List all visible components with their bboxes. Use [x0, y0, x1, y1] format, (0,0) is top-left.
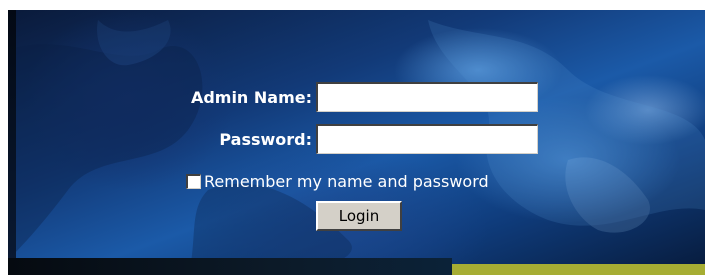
admin-name-input[interactable]	[316, 82, 538, 112]
remember-checkbox[interactable]	[186, 173, 201, 189]
footer-accent-bar	[452, 264, 705, 275]
remember-row: Remember my name and password	[186, 170, 489, 192]
banner-left-edge	[8, 10, 16, 275]
remember-label[interactable]: Remember my name and password	[204, 172, 489, 191]
password-label: Password:	[219, 130, 312, 149]
footer-dark-bar	[8, 258, 452, 275]
admin-name-label: Admin Name:	[190, 88, 312, 107]
login-page: Admin Name: Password: Remember my name a…	[0, 0, 705, 275]
password-input[interactable]	[316, 124, 538, 154]
login-button[interactable]: Login	[316, 201, 402, 231]
